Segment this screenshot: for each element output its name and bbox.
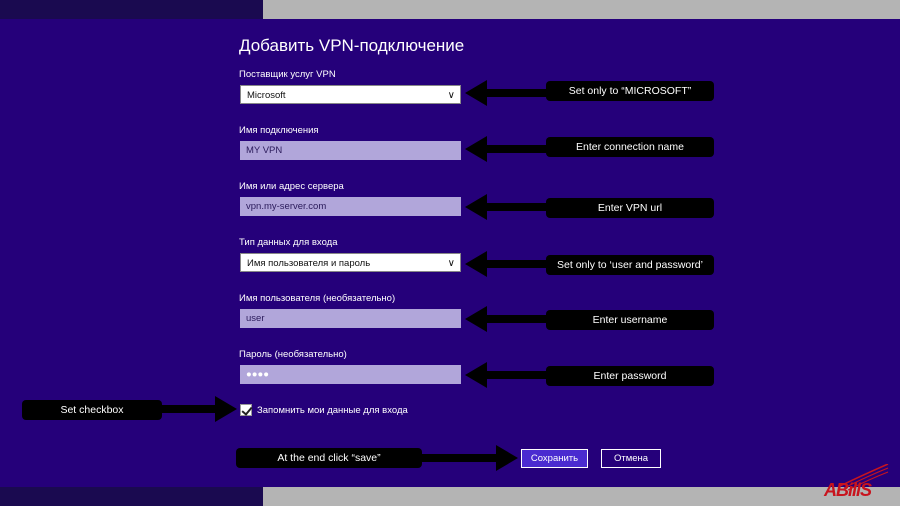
bottom-band-gray	[263, 487, 900, 506]
provider-value: Microsoft	[247, 90, 286, 101]
annotation-provider: Set only to “MICROSOFT”	[546, 81, 714, 101]
top-band-gray	[263, 0, 900, 19]
arrow-left-icon	[465, 194, 550, 220]
arrow-left-icon	[465, 136, 550, 162]
save-button[interactable]: Сохранить	[521, 449, 588, 468]
top-band-dark	[0, 0, 263, 19]
remember-checkbox[interactable]	[240, 404, 253, 416]
annotation-connection-name: Enter connection name	[546, 137, 714, 157]
signin-type-value: Имя пользователя и пароль	[247, 258, 371, 269]
annotation-server: Enter VPN url	[546, 198, 714, 218]
server-input[interactable]: vpn.my-server.com	[240, 197, 461, 216]
cancel-button[interactable]: Отмена	[601, 449, 661, 468]
provider-select[interactable]: Microsoft ∨	[240, 85, 461, 104]
connection-name-input[interactable]: MY VPN	[240, 141, 461, 160]
abills-logo-text: ABillS	[824, 480, 872, 500]
provider-label: Поставщик услуг VPN	[239, 69, 336, 80]
username-label: Имя пользователя (необязательно)	[239, 293, 396, 304]
annotation-checkbox: Set checkbox	[22, 400, 162, 420]
remember-label: Запомнить мои данные для входа	[257, 404, 408, 416]
annotation-password: Enter password	[546, 366, 714, 386]
dialog-title: Добавить VPN-подключение	[239, 36, 465, 55]
arrow-right-icon	[420, 445, 518, 471]
signin-type-label: Тип данных для входа	[239, 237, 338, 248]
arrow-left-icon	[465, 306, 550, 332]
password-input[interactable]: ●●●●	[240, 365, 461, 384]
connection-name-label: Имя подключения	[239, 125, 319, 136]
server-label: Имя или адрес сервера	[239, 181, 344, 192]
chevron-down-icon: ∨	[447, 258, 455, 269]
signin-type-select[interactable]: Имя пользователя и пароль ∨	[240, 253, 461, 272]
password-label: Пароль (необязательно)	[239, 349, 347, 360]
username-input[interactable]: user	[240, 309, 461, 328]
annotation-signin-type: Set only to ‘user and password’	[546, 255, 714, 275]
annotation-username: Enter username	[546, 310, 714, 330]
remember-row[interactable]: Запомнить мои данные для входа	[240, 403, 408, 417]
chevron-down-icon: ∨	[447, 90, 455, 101]
arrow-left-icon	[465, 251, 550, 277]
bottom-band-dark	[0, 487, 263, 506]
arrow-right-icon	[162, 396, 237, 422]
check-icon	[241, 404, 253, 416]
arrow-left-icon	[465, 362, 550, 388]
annotation-save: At the end click “save”	[236, 448, 422, 468]
arrow-left-icon	[465, 80, 550, 106]
